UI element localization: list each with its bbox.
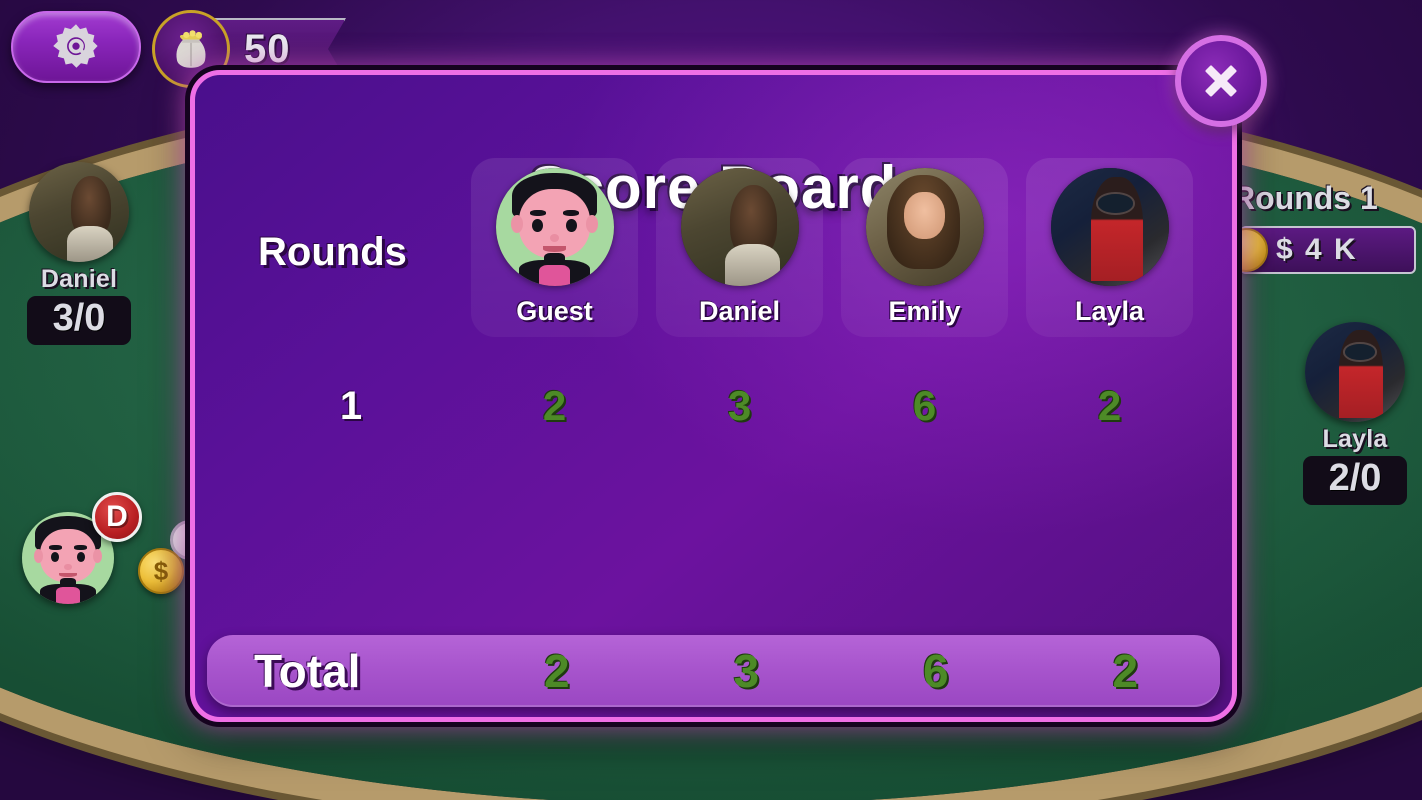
close-icon [1205,65,1237,97]
player-name: Daniel [40,265,118,293]
total-row: Total 2 3 6 2 [207,635,1220,707]
player-card-name: Daniel [698,296,781,326]
player-score-badge: 2/0 [1303,456,1407,505]
pot-value: $ 4 K [1276,233,1358,266]
gold-coin-glyph: $ [138,548,184,594]
total-score: 6 [922,645,949,697]
total-label: Total [254,645,361,697]
round-score: 2 [1097,382,1122,429]
player-card-name: Guest [516,296,593,326]
player-name: Layla [1322,425,1388,453]
player-hud-daniel[interactable]: Daniel 3/0 [13,162,145,345]
avatar [29,162,129,262]
rounds-score-list: 1 2 3 6 2 [240,375,1202,607]
avatar [680,168,799,286]
avatar [1050,168,1169,286]
player-score-badge: 3/0 [27,296,131,345]
settings-button[interactable] [11,11,141,83]
avatar [1305,322,1405,422]
total-score: 3 [733,645,760,697]
round-score: 3 [727,382,752,429]
player-card-guest[interactable]: Guest [471,158,638,337]
player-hud-layla[interactable]: Layla 2/0 [1289,322,1421,505]
dealer-badge: D [92,492,142,542]
player-card-emily[interactable]: Emily [841,158,1008,337]
round-row: 1 2 3 6 2 [240,375,1202,437]
round-number: 1 [339,383,363,428]
scoreboard-players-row: Rounds Guest Daniel Emily Layla [240,158,1202,338]
gear-icon [53,24,98,68]
coin-count-value: 50 [244,26,291,71]
avatar [495,168,614,286]
player-card-name: Emily [888,296,961,326]
total-score: 2 [1112,645,1139,697]
avatar [865,168,984,286]
gold-coin-icon: $ [138,548,184,594]
player-card-daniel[interactable]: Daniel [656,158,823,337]
rounds-indicator: Rounds 1 [1232,180,1378,216]
rounds-column-header: Rounds [258,230,407,274]
coin-bag-glyph [176,30,206,68]
scoreboard-dialog: Score Board Rounds Guest Daniel Emily La… [190,70,1237,722]
player-card-name: Layla [1074,296,1145,326]
total-score: 2 [543,645,570,697]
close-button[interactable] [1175,35,1267,127]
round-score: 6 [912,382,937,429]
player-card-layla[interactable]: Layla [1026,158,1193,337]
round-score: 2 [542,382,567,429]
